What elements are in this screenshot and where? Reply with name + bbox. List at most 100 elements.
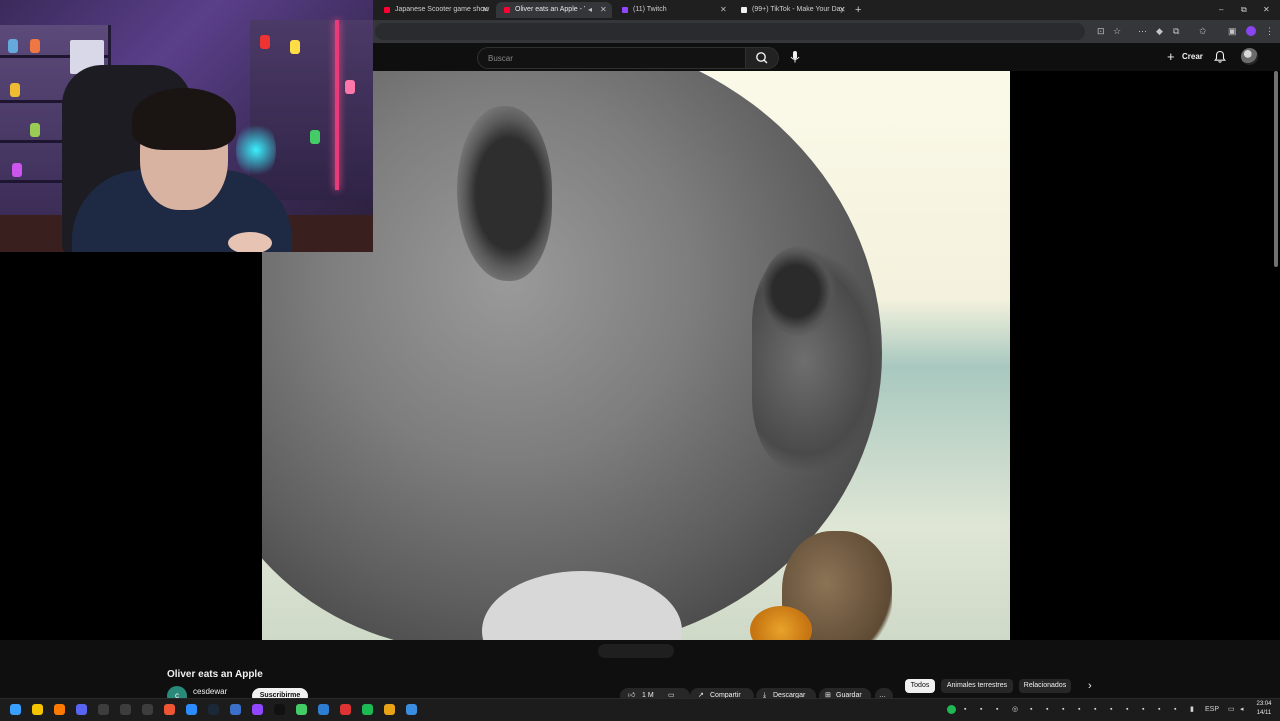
tab-title: Oliver eats an Apple - YouT	[515, 6, 585, 13]
tray-icon[interactable]: ▪	[996, 704, 998, 715]
search-app-icon[interactable]	[54, 704, 65, 715]
chip-animales-terrestres[interactable]: Animales terrestres	[941, 679, 1013, 693]
clock-time: 23:04	[1256, 701, 1272, 707]
extension-icon[interactable]: ▣	[1228, 25, 1237, 37]
bookmarks-icon[interactable]: ✩	[1199, 25, 1207, 37]
tray-icon[interactable]: ▪	[964, 704, 966, 715]
tray-icon[interactable]: ▪	[1110, 704, 1112, 715]
notes-icon[interactable]	[406, 704, 417, 715]
extension-icon[interactable]: ⋯	[1138, 25, 1147, 37]
streamer-webcam-overlay	[0, 0, 373, 252]
new-tab-button[interactable]: +	[855, 2, 861, 18]
chip-todos[interactable]: Todos	[905, 679, 935, 693]
cyan-light-image	[236, 120, 276, 180]
figure-image	[30, 123, 40, 137]
spotify-icon[interactable]	[362, 704, 373, 715]
tray-icon[interactable]: ◎	[1012, 704, 1018, 715]
figure-image	[260, 35, 270, 49]
tab-tiktok[interactable]: (99+) TikTok - Make Your Day ✕	[733, 2, 851, 18]
windows-taskbar: ▪ ▪ ▪ ◎ ▪ ▪ ▪ ▪ ▪ ▪ ▪ ▪ ▪ ▪ ▮ ESP ▭ ◂	[0, 698, 1280, 721]
channel-name[interactable]: cesdewar	[193, 687, 227, 696]
tray-icon[interactable]: ▪	[1158, 704, 1160, 715]
tiktok-icon[interactable]	[274, 704, 285, 715]
search-input[interactable]	[486, 51, 740, 66]
plus-icon: +	[1167, 49, 1175, 64]
app-icon[interactable]	[120, 704, 131, 715]
figure-image	[12, 163, 22, 177]
maximize-button[interactable]: ⧉	[1241, 3, 1247, 17]
app-icon[interactable]	[318, 704, 329, 715]
search-button[interactable]	[745, 47, 779, 69]
chrome-icon[interactable]	[384, 704, 395, 715]
tray-icon[interactable]: ▪	[1094, 704, 1096, 715]
profile-icon[interactable]	[1246, 26, 1256, 36]
app-icon[interactable]	[76, 704, 87, 715]
puzzle-icon[interactable]: ⧉	[1173, 25, 1179, 37]
tray-icon[interactable]: ▪	[1046, 704, 1048, 715]
app-icon[interactable]	[340, 704, 351, 715]
chrome-menu-icon[interactable]: ⋮	[1265, 25, 1274, 37]
tray-icon[interactable]: ▪	[1078, 704, 1080, 715]
volume-icon[interactable]: ◂	[1240, 704, 1244, 715]
speaker-icon[interactable]: ◂	[588, 2, 592, 18]
figure-image	[345, 80, 355, 94]
tab-title: (99+) TikTok - Make Your Day	[752, 6, 845, 13]
tab-japanese-scooter[interactable]: Japanese Scooter game show ✕	[376, 2, 494, 18]
minimize-button[interactable]: –	[1219, 3, 1223, 17]
notifications-bell-icon[interactable]	[1212, 49, 1228, 65]
steam-icon[interactable]	[208, 704, 219, 715]
tray-icon[interactable]: ▪	[1030, 704, 1032, 715]
twitch-icon[interactable]	[252, 704, 263, 715]
app-icon[interactable]	[230, 704, 241, 715]
tab-oliver-eats-apple[interactable]: Oliver eats an Apple - YouT ◂ ✕	[496, 2, 612, 18]
youtube-icon	[504, 7, 510, 13]
player-controls-hint[interactable]	[598, 644, 674, 658]
close-tab-icon[interactable]: ✕	[839, 2, 846, 18]
video-title: Oliver eats an Apple	[167, 669, 263, 680]
tab-title: Japanese Scooter game show	[395, 6, 490, 13]
gorilla-nose-image	[762, 246, 837, 336]
tray-icon[interactable]: ▪	[1174, 704, 1176, 715]
bookmark-star-icon[interactable]: ☆	[1113, 25, 1121, 37]
file-explorer-icon[interactable]	[32, 704, 43, 715]
app-icon[interactable]	[296, 704, 307, 715]
search-box	[477, 47, 746, 69]
close-tab-icon[interactable]: ✕	[600, 2, 607, 18]
page-scrollbar[interactable]	[1274, 71, 1278, 267]
app-icon[interactable]	[142, 704, 153, 715]
address-bar[interactable]	[375, 23, 1085, 40]
close-window-button[interactable]: ✕	[1263, 3, 1270, 17]
app-icon[interactable]	[98, 704, 109, 715]
figure-image	[8, 39, 18, 53]
tray-icon[interactable]: ▪	[980, 704, 982, 715]
close-tab-icon[interactable]: ✕	[482, 2, 489, 18]
tray-icon[interactable]: ▪	[1126, 704, 1128, 715]
account-avatar[interactable]	[1241, 48, 1258, 65]
tab-title: (11) Twitch	[633, 6, 667, 13]
neon-light-image	[335, 20, 339, 190]
voice-search-button[interactable]	[785, 47, 805, 67]
app-icon[interactable]	[186, 704, 197, 715]
install-app-icon[interactable]: ⊡	[1097, 25, 1105, 37]
tiktok-icon	[741, 7, 747, 13]
taskbar-clock[interactable]: 23:04 14/11	[1252, 700, 1276, 718]
network-volume-icon[interactable]: ▭	[1228, 704, 1235, 715]
chevron-right-icon[interactable]: ›	[1088, 680, 1092, 692]
app-icon[interactable]	[164, 704, 175, 715]
tray-icon[interactable]: ▪	[1062, 704, 1064, 715]
twitch-icon	[622, 7, 628, 13]
streamer-hand-image	[228, 232, 272, 252]
windows-start-icon[interactable]	[10, 704, 21, 715]
language-indicator[interactable]: ESP	[1205, 704, 1219, 715]
figure-image	[30, 39, 40, 53]
tray-icon[interactable]: ▪	[1142, 704, 1144, 715]
video-frame[interactable]	[262, 71, 1010, 640]
close-tab-icon[interactable]: ✕	[720, 2, 727, 18]
tab-twitch[interactable]: (11) Twitch ✕	[614, 2, 732, 18]
create-button[interactable]: + Crear	[1162, 47, 1204, 67]
tray-spotify-icon[interactable]	[947, 705, 956, 714]
chip-relacionados[interactable]: Relacionados	[1019, 679, 1071, 693]
clock-date: 14/11	[1256, 710, 1272, 716]
microphone-tray-icon[interactable]: ▮	[1190, 704, 1194, 715]
extension-icon[interactable]: ◆	[1156, 25, 1163, 37]
